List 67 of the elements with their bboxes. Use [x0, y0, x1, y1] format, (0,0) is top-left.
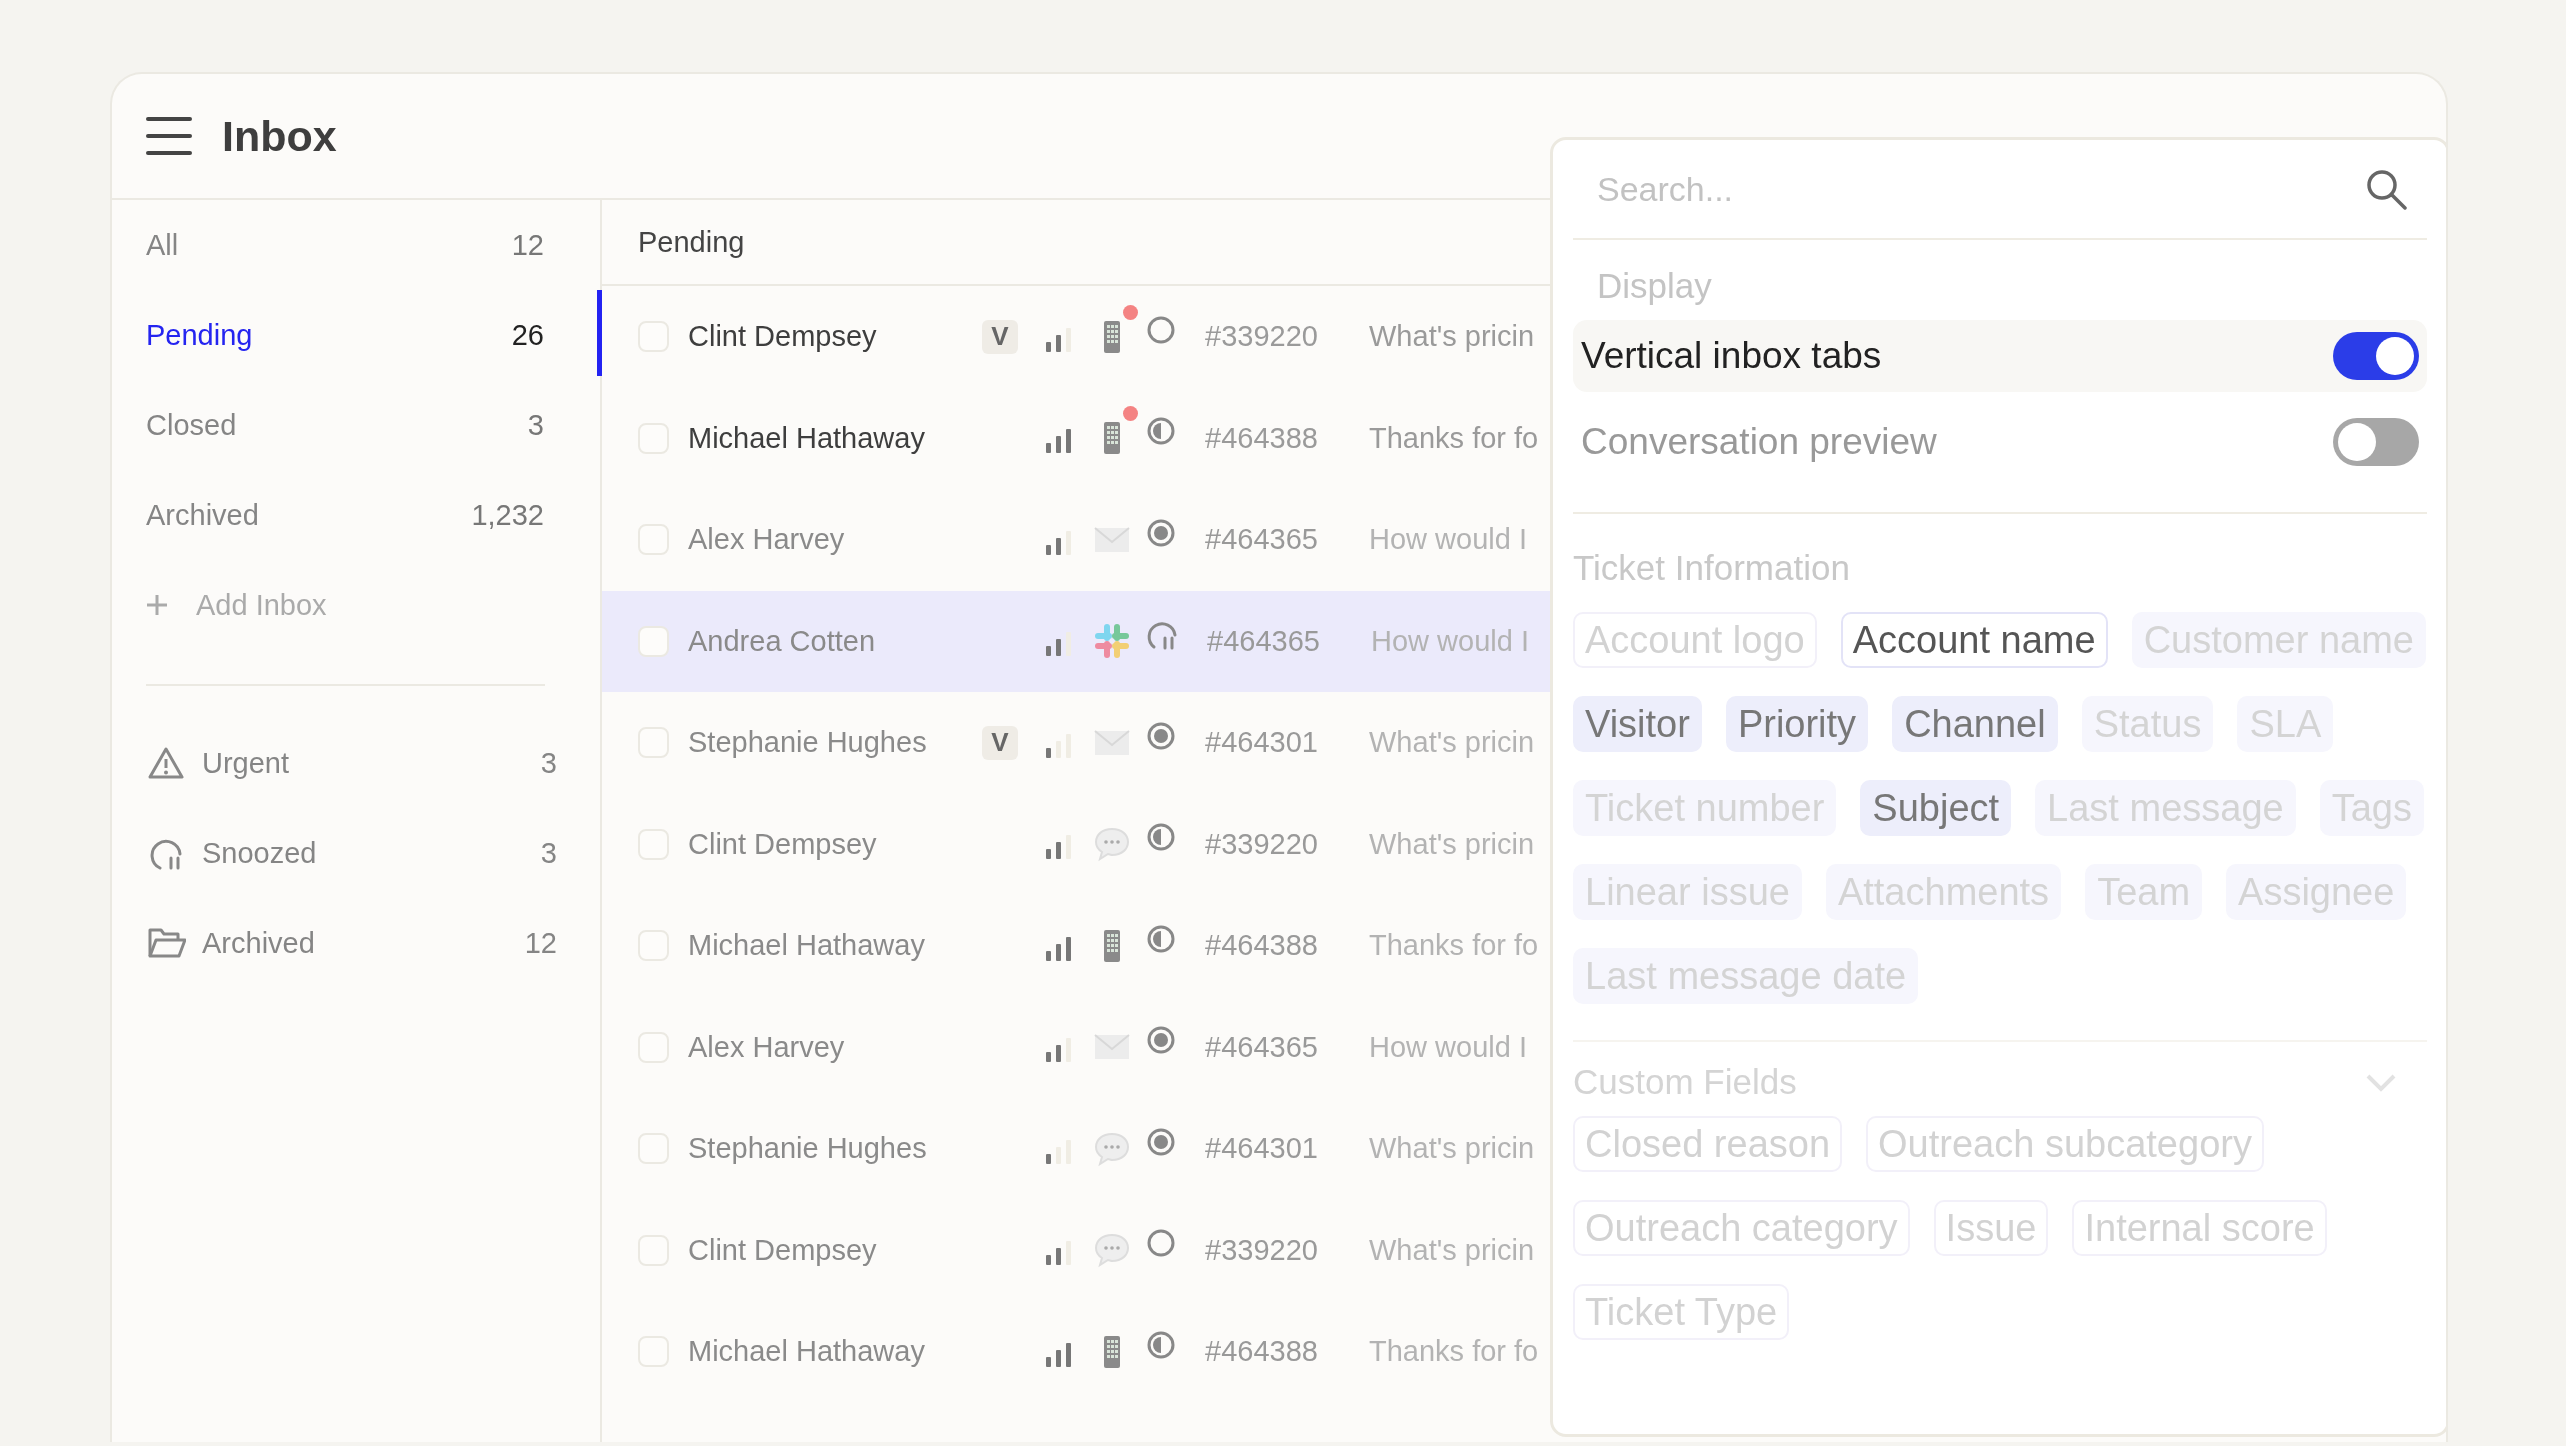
folder-icon — [148, 926, 186, 960]
customer-name: Michael Hathaway — [688, 421, 926, 455]
add-inbox-button[interactable]: Add Inbox — [146, 560, 327, 650]
view-tab[interactable]: Urgent 3 — [112, 718, 600, 808]
customer-name: Andrea Cotten — [688, 624, 876, 658]
checkbox[interactable] — [638, 422, 669, 454]
ticket-number: #339220 — [1205, 827, 1319, 861]
toggle-switch[interactable] — [2333, 418, 2419, 466]
ticket-number: #464388 — [1205, 1335, 1319, 1369]
setting-label: Conversation preview — [1581, 421, 1937, 463]
customer-name: Clint Dempsey — [688, 1233, 878, 1267]
field-chip[interactable]: Subject — [1860, 780, 2012, 836]
inbox-tab[interactable]: All 12 — [112, 200, 600, 290]
message-preview: How would I — [1369, 523, 1527, 557]
ticket-number: #464365 — [1207, 624, 1321, 658]
field-chip[interactable]: Account name — [1840, 612, 2108, 668]
vip-badge: V — [982, 725, 1018, 760]
message-preview: Thanks for fo — [1369, 421, 1539, 455]
message-preview: How would I — [1369, 1030, 1527, 1064]
toggle-switch[interactable] — [2333, 332, 2419, 380]
warning-icon — [148, 746, 186, 780]
message-preview: What's pricin — [1369, 726, 1535, 760]
inbox-tab[interactable]: Closed 3 — [112, 380, 600, 470]
customer-name: Alex Harvey — [688, 523, 846, 557]
ticket-number: #464301 — [1205, 1132, 1319, 1166]
message-preview: What's pricin — [1369, 1132, 1535, 1166]
message-preview: How would I — [1371, 624, 1529, 658]
checkbox[interactable] — [638, 321, 669, 353]
inbox-tab[interactable]: Archived 1,232 — [112, 470, 600, 560]
ticket-number: #464301 — [1205, 726, 1319, 760]
field-chip[interactable]: Priority — [1725, 696, 1869, 752]
message-preview: What's pricin — [1369, 827, 1535, 861]
checkbox[interactable] — [638, 1133, 669, 1165]
plus-icon — [146, 594, 168, 616]
checkbox[interactable] — [638, 727, 669, 759]
page-title: Inbox — [222, 111, 337, 161]
checkbox[interactable] — [638, 1336, 669, 1368]
menu-icon[interactable] — [146, 116, 192, 156]
ticket-number: #464365 — [1205, 523, 1319, 557]
checkbox[interactable] — [638, 524, 669, 556]
ticket-number: #464388 — [1205, 421, 1319, 455]
customer-name: Alex Harvey — [688, 1030, 846, 1064]
checkbox[interactable] — [638, 828, 669, 860]
ticket-number: #464388 — [1205, 929, 1319, 963]
message-preview: What's pricin — [1369, 320, 1535, 354]
view-tab[interactable]: Snoozed 3 — [112, 808, 600, 898]
message-preview: Thanks for fo — [1369, 929, 1539, 963]
checkbox[interactable] — [638, 625, 669, 657]
checkbox[interactable] — [638, 930, 669, 962]
field-chip[interactable]: Visitor — [1573, 696, 1702, 752]
customer-name: Stephanie Hughes — [688, 1132, 928, 1166]
message-preview: What's pricin — [1369, 1233, 1535, 1267]
message-preview: Thanks for fo — [1369, 1335, 1539, 1369]
field-chip[interactable]: Channel — [1892, 696, 2058, 752]
ticket-number: #339220 — [1205, 1233, 1319, 1267]
ticket-number: #464365 — [1205, 1030, 1319, 1064]
inbox-tab[interactable]: Pending 26 — [112, 290, 600, 380]
view-tab[interactable]: Archived 12 — [112, 898, 600, 988]
checkbox[interactable] — [638, 1234, 669, 1266]
search-icon[interactable] — [2365, 168, 2407, 210]
vip-badge: V — [982, 319, 1018, 354]
customer-name: Clint Dempsey — [688, 827, 878, 861]
customer-name: Michael Hathaway — [688, 1335, 926, 1369]
setting-label: Vertical inbox tabs — [1581, 335, 1882, 377]
checkbox[interactable] — [638, 1031, 669, 1063]
customer-name: Michael Hathaway — [688, 929, 926, 963]
ticket-number: #339220 — [1205, 320, 1319, 354]
